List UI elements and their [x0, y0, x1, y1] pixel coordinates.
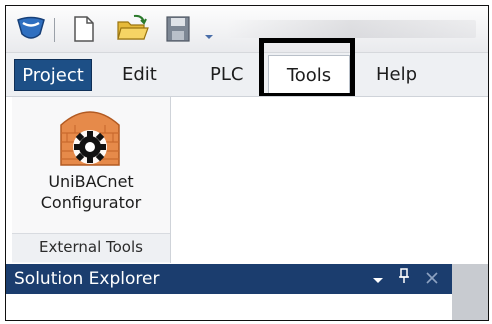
- tools-highlight-box: [259, 38, 355, 98]
- tab-help[interactable]: Help: [368, 59, 425, 91]
- app-logo-icon[interactable]: [16, 16, 46, 46]
- pin-icon[interactable]: [398, 264, 410, 294]
- tool-label-line2: Configurator: [40, 193, 142, 212]
- toolbar-separator: [54, 18, 55, 42]
- menu-bar: Project Edit PLC Tools Help: [6, 52, 488, 97]
- window-title-bar: [226, 20, 476, 38]
- tab-plc[interactable]: PLC: [202, 59, 251, 91]
- unibacnet-configurator-button[interactable]: UniBACnet Configurator: [18, 103, 164, 223]
- dropdown-icon[interactable]: [372, 265, 384, 295]
- group-label: External Tools: [12, 233, 170, 262]
- open-folder-icon[interactable]: [116, 14, 150, 46]
- brick-gear-icon: [59, 107, 121, 171]
- solution-explorer-title: Solution Explorer: [14, 269, 160, 289]
- save-icon[interactable]: [166, 16, 190, 46]
- quick-access-toolbar: [6, 6, 488, 52]
- new-file-icon[interactable]: [74, 16, 94, 46]
- side-panel: [452, 264, 488, 320]
- tool-label-line1: UniBACnet: [48, 172, 134, 191]
- ribbon-panel: UniBACnet Configurator External Tools: [6, 96, 488, 265]
- tool-label: UniBACnet Configurator: [18, 171, 164, 213]
- ribbon-group-external-tools: UniBACnet Configurator External Tools: [12, 97, 171, 263]
- close-icon[interactable]: [426, 264, 438, 294]
- solution-explorer-header: Solution Explorer: [6, 264, 452, 294]
- application-window: Project Edit PLC Tools Help UniBACnet Co…: [5, 5, 489, 321]
- dropdown-arrow-icon[interactable]: [204, 26, 214, 45]
- tab-edit[interactable]: Edit: [114, 59, 165, 91]
- tab-project[interactable]: Project: [14, 59, 92, 91]
- solution-explorer-body: [6, 294, 452, 320]
